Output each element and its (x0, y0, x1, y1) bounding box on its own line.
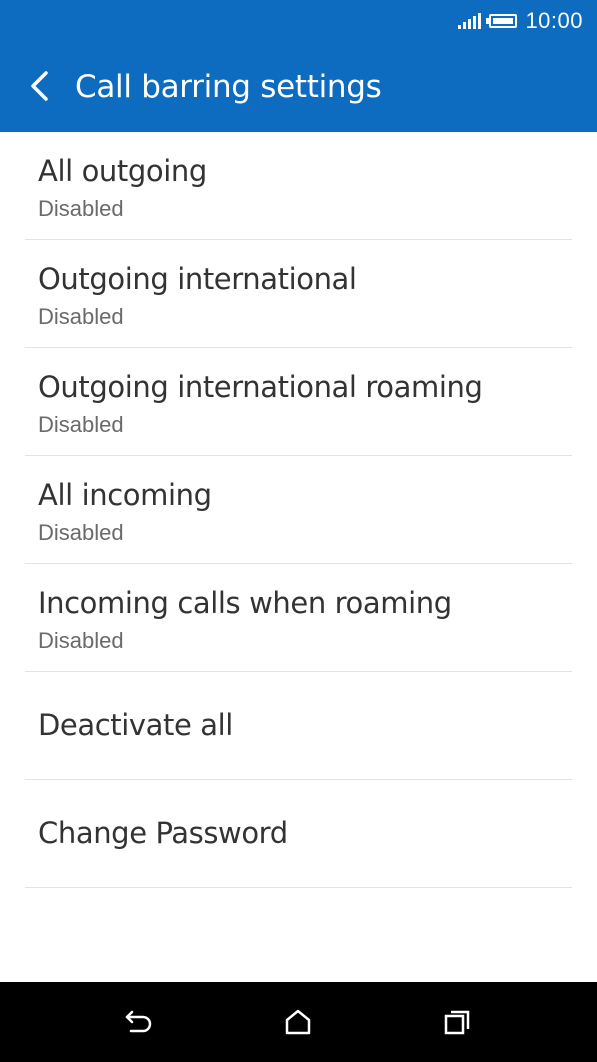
list-item-title: All outgoing (38, 154, 207, 188)
list-item-outgoing-international[interactable]: Outgoing international Disabled (25, 240, 572, 348)
signal-icon (458, 13, 482, 29)
page-title: Call barring settings (75, 69, 382, 105)
list-item-title: Deactivate all (38, 708, 233, 742)
status-clock: 10:00 (525, 8, 583, 33)
navigation-bar (0, 982, 597, 1062)
back-arrow-icon (125, 1010, 152, 1033)
list-item-status: Disabled (38, 412, 124, 437)
list-item-deactivate-all[interactable]: Deactivate all (25, 672, 572, 780)
nav-home-button[interactable] (278, 1002, 318, 1042)
back-button[interactable] (18, 64, 62, 108)
list-item-title: Outgoing international (38, 262, 357, 296)
status-icons: 10:00 (458, 0, 583, 42)
home-icon (285, 1009, 311, 1035)
app-bar: Call barring settings (0, 42, 597, 132)
list-item-title: Change Password (38, 816, 288, 850)
list-item-outgoing-international-roaming[interactable]: Outgoing international roaming Disabled (25, 348, 572, 456)
list-item-change-password[interactable]: Change Password (25, 780, 572, 888)
list-item-status: Disabled (38, 196, 124, 221)
screen: 10:00 Call barring settings All outgoing… (0, 0, 597, 1062)
list-item-incoming-roaming[interactable]: Incoming calls when roaming Disabled (25, 564, 572, 672)
nav-recents-button[interactable] (437, 1002, 477, 1042)
chevron-left-icon (31, 71, 48, 101)
list-item-status: Disabled (38, 628, 124, 653)
status-bar: 10:00 (0, 0, 597, 42)
list-item-title: Incoming calls when roaming (38, 586, 452, 620)
list-item-status: Disabled (38, 304, 124, 329)
nav-back-button[interactable] (119, 1002, 159, 1042)
list-item-title: All incoming (38, 478, 212, 512)
settings-list: All outgoing Disabled Outgoing internati… (0, 132, 597, 888)
battery-icon (486, 14, 518, 28)
list-item-title: Outgoing international roaming (38, 370, 483, 404)
list-item-all-outgoing[interactable]: All outgoing Disabled (25, 132, 572, 240)
list-item-status: Disabled (38, 520, 124, 545)
list-item-all-incoming[interactable]: All incoming Disabled (25, 456, 572, 564)
recents-icon (444, 1010, 470, 1035)
